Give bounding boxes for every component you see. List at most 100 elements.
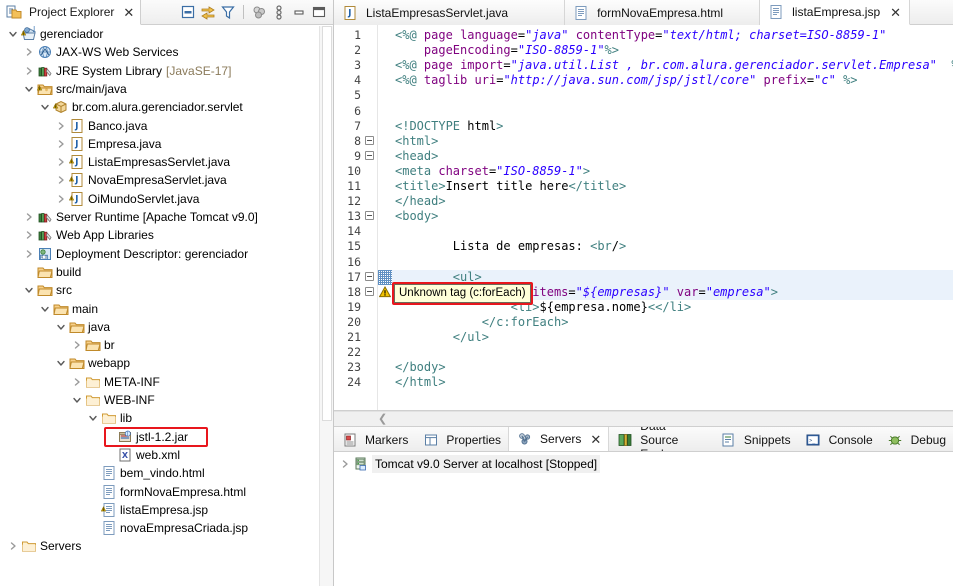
tree-item-listaempresa-jsp[interactable]: listaEmpresa.jsp — [0, 501, 333, 519]
code-line-9[interactable]: <head> — [392, 149, 953, 164]
chevron-right-icon[interactable] — [338, 455, 352, 473]
chevron-down-icon[interactable] — [70, 391, 84, 409]
tree-item-web-app-libraries[interactable]: Web App Libraries — [0, 226, 333, 244]
servers-view-content[interactable]: Tomcat v9.0 Server at localhost [Stopped… — [334, 452, 953, 586]
bottom-tab-snippets[interactable]: Snippets — [713, 427, 798, 451]
tree-item-gerenciador[interactable]: Jgerenciador — [0, 25, 333, 43]
tree-item-banco-java[interactable]: J Banco.java — [0, 117, 333, 135]
tree-item-jstl-1-2-jar[interactable]: Jjstl-1.2.jar — [0, 428, 333, 446]
code-line-13[interactable]: <body> — [392, 209, 953, 224]
chevron-right-icon[interactable] — [6, 537, 20, 555]
chevron-right-icon[interactable] — [22, 226, 36, 244]
chevron-right-icon[interactable] — [22, 208, 36, 226]
chevron-right-icon[interactable] — [54, 190, 68, 208]
fold-toggle-icon[interactable] — [364, 134, 375, 149]
code-line-20[interactable]: </c:forEach> — [392, 315, 953, 330]
tree-item-novaempresacriada-jsp[interactable]: novaEmpresaCriada.jsp — [0, 519, 333, 537]
view-menu-button[interactable] — [250, 3, 268, 21]
close-icon[interactable]: ✕ — [590, 433, 601, 446]
tab-project-explorer[interactable]: Project Explorer ✕ — [0, 0, 142, 25]
chevron-down-icon[interactable] — [6, 25, 20, 43]
fold-toggle-icon[interactable] — [364, 209, 375, 224]
chevron-down-icon[interactable] — [54, 318, 68, 336]
code-line-16[interactable] — [392, 255, 953, 270]
tree-item-bem-vindo-html[interactable]: bem_vindo.html — [0, 464, 333, 482]
chevron-right-icon[interactable] — [54, 135, 68, 153]
tree-item-oimundoservlet-java[interactable]: J OiMundoServlet.java — [0, 190, 333, 208]
link-with-editor-button[interactable] — [199, 3, 217, 21]
filter-icon[interactable] — [219, 3, 237, 21]
tree-item-src-main-java[interactable]: src/main/java — [0, 80, 333, 98]
tree-item-build[interactable]: build — [0, 263, 333, 281]
editor-tab-listaempresa-jsp[interactable]: listaEmpresa.jsp ✕ — [760, 0, 911, 25]
code-line-4[interactable]: <%@ taglib uri="http://java.sun.com/jsp/… — [392, 73, 953, 88]
project-tree[interactable]: Jgerenciador JAX-WS Web Services JRE Syste… — [0, 25, 333, 586]
code-line-11[interactable]: <title>Insert title here</title> — [392, 179, 953, 194]
tree-item-formnovaempresa-html[interactable]: formNovaEmpresa.html — [0, 483, 333, 501]
chevron-right-icon[interactable] — [70, 336, 84, 354]
project-tree-scrollbar[interactable] — [319, 26, 333, 586]
chevron-right-icon[interactable] — [54, 171, 68, 189]
code-line-3[interactable]: <%@ page import="java.util.List , br.com… — [392, 58, 953, 73]
minimize-button[interactable] — [290, 3, 308, 21]
code-line-17[interactable]: <ul> — [392, 270, 953, 285]
jsp-editor[interactable]: 1 2 3 4 5 6 7 8 9 10 11 12 13 14 15 16 17 18 19 20 21 22 23 24 … — [334, 25, 953, 411]
tree-item-webapp[interactable]: webapp — [0, 354, 333, 372]
code-line-2[interactable]: pageEncoding="ISO-8859-1"%> — [392, 43, 953, 58]
chevron-down-icon[interactable] — [22, 80, 36, 98]
code-line-5[interactable] — [392, 88, 953, 103]
tree-item-web-xml[interactable]: Xweb.xml — [0, 446, 333, 464]
maximize-button[interactable] — [310, 3, 328, 21]
chevron-down-icon[interactable] — [54, 354, 68, 372]
tree-item-servers[interactable]: Servers — [0, 537, 333, 555]
code-line-1[interactable]: <%@ page language="java" contentType="te… — [392, 28, 953, 43]
tree-item-br[interactable]: br — [0, 336, 333, 354]
code-line-6[interactable] — [392, 104, 953, 119]
close-icon[interactable]: ✕ — [890, 6, 901, 19]
code-line-12[interactable]: </head> — [392, 194, 953, 209]
code-line-23[interactable]: </body> — [392, 360, 953, 375]
tree-item-lib[interactable]: lib — [0, 409, 333, 427]
tree-item-novaempresaservlet-java[interactable]: J NovaEmpresaServlet.java — [0, 171, 333, 189]
tree-item-listaempresasservlet-java[interactable]: J ListaEmpresasServlet.java — [0, 153, 333, 171]
bottom-tab-properties[interactable]: Properties — [415, 427, 508, 451]
fold-toggle-icon[interactable] — [364, 149, 375, 164]
fold-toggle-icon[interactable] — [364, 270, 375, 285]
chevron-right-icon[interactable] — [22, 62, 36, 80]
code-line-24[interactable]: </html> — [392, 375, 953, 390]
code-line-15[interactable]: Lista de empresas: <br/> — [392, 239, 953, 254]
bottom-tab-data-source-explorer[interactable]: Data Source Explorer — [609, 427, 713, 451]
code-line-14[interactable] — [392, 224, 953, 239]
tree-item-meta-inf[interactable]: META-INF — [0, 373, 333, 391]
chevron-right-icon[interactable] — [54, 117, 68, 135]
editor-tab-listaempresasservlet-java[interactable]: J ListaEmpresasServlet.java — [334, 0, 566, 25]
chevron-right-icon[interactable] — [22, 245, 36, 263]
bottom-tab-servers[interactable]: Servers ✕ — [508, 427, 610, 451]
tree-item-server-runtime-apache-tomcat-v9-0[interactable]: Server Runtime [Apache Tomcat v9.0] — [0, 208, 333, 226]
code-line-8[interactable]: <html> — [392, 134, 953, 149]
code-line-22[interactable] — [392, 345, 953, 360]
editor-tab-formnovaempresa-html[interactable]: formNovaEmpresa.html — [565, 0, 761, 25]
chevron-down-icon[interactable] — [38, 300, 52, 318]
server-list-item[interactable]: Tomcat v9.0 Server at localhost [Stopped… — [334, 454, 953, 473]
tree-item-jax-ws-web-services[interactable]: JAX-WS Web Services — [0, 43, 333, 61]
bottom-tab-debug[interactable]: Debug — [880, 427, 953, 451]
bottom-tab-console[interactable]: >_ Console — [798, 427, 880, 451]
view-menu-chevron-icon[interactable] — [270, 3, 288, 21]
collapse-all-button[interactable] — [179, 3, 197, 21]
tree-item-jre-system-library[interactable]: JRE System Library [JavaSE-17] — [0, 62, 333, 80]
code-line-7[interactable]: <!DOCTYPE html> — [392, 119, 953, 134]
chevron-down-icon[interactable] — [22, 281, 36, 299]
tree-item-empresa-java[interactable]: J Empresa.java — [0, 135, 333, 153]
chevron-down-icon[interactable] — [86, 409, 100, 427]
tree-item-br-com-alura-gerenciador-servlet[interactable]: br.com.alura.gerenciador.servlet — [0, 98, 333, 116]
tree-item-web-inf[interactable]: WEB-INF — [0, 391, 333, 409]
tree-item-src[interactable]: src — [0, 281, 333, 299]
editor-hscroll-left-arrow-icon[interactable]: ❮ — [378, 413, 387, 425]
chevron-right-icon[interactable] — [22, 43, 36, 61]
tree-item-deployment-descriptor-gerenciador[interactable]: 4.0 Deployment Descriptor: gerenciador — [0, 245, 333, 263]
chevron-right-icon[interactable] — [54, 153, 68, 171]
warning-marker-icon[interactable] — [379, 285, 391, 298]
editor-annotation-ruler[interactable] — [378, 25, 392, 410]
close-icon[interactable]: ✕ — [123, 6, 134, 19]
